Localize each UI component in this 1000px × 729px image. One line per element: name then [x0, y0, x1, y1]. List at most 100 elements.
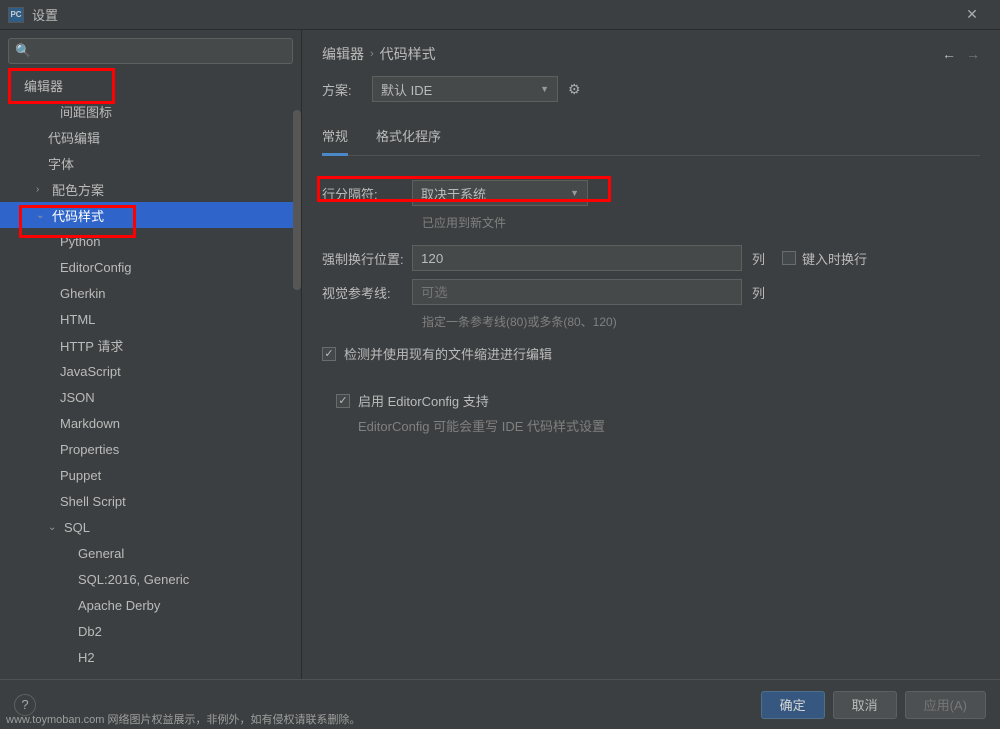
sidebar-item[interactable]: Properties — [0, 436, 301, 462]
sidebar-item-label: Apache Derby — [78, 598, 160, 613]
visual-guide-help: 指定一条参考线(80)或多条(80、120) — [422, 313, 980, 330]
visual-guide-col: 列 — [752, 283, 782, 302]
content-panel: 编辑器 › 代码样式 ← → 方案: 默认 IDE ▼ ⚙ 常规 格式化程序 行… — [302, 30, 1000, 679]
hard-wrap-col: 列 — [752, 249, 782, 268]
editorconfig-label: 启用 EditorConfig 支持 — [358, 391, 489, 410]
sidebar-item-label: Markdown — [60, 416, 120, 431]
scrollbar-thumb[interactable] — [293, 110, 301, 290]
sidebar-item[interactable]: ⌄ 代码样式 — [0, 202, 301, 228]
line-separator-help: 已应用到新文件 — [422, 214, 980, 231]
sidebar-item[interactable]: HTTP 请求 — [0, 332, 301, 358]
hard-wrap-input[interactable] — [412, 245, 742, 271]
titlebar: PC 设置 ✕ — [0, 0, 1000, 30]
cancel-button[interactable]: 取消 — [833, 691, 897, 719]
sidebar-item-label: HTML — [60, 312, 95, 327]
tabs: 常规 格式化程序 — [322, 120, 980, 156]
scheme-select[interactable]: 默认 IDE ▼ — [372, 76, 558, 102]
breadcrumb-codestyle: 代码样式 — [380, 44, 436, 64]
sidebar-item-label: SQL — [64, 520, 90, 535]
sidebar-item-label: 代码样式 — [52, 206, 104, 225]
sidebar-item[interactable]: Markdown — [0, 410, 301, 436]
editorconfig-row: ✓ 启用 EditorConfig 支持 — [336, 391, 980, 410]
sidebar-item-label: Python — [60, 234, 100, 249]
sidebar-item-label: Properties — [60, 442, 119, 457]
sidebar-item[interactable]: General — [0, 540, 301, 566]
chevron-icon: ⌄ — [36, 210, 48, 221]
line-separator-label: 行分隔符: — [322, 184, 412, 203]
wrap-typing-checkbox[interactable] — [782, 251, 796, 265]
sidebar-item[interactable]: Db2 — [0, 618, 301, 644]
sidebar-item[interactable]: SQL:2016, Generic — [0, 566, 301, 592]
sidebar-item-label: 编辑器 — [24, 76, 63, 95]
sidebar-item[interactable]: Apache Derby — [0, 592, 301, 618]
ok-button[interactable]: 确定 — [761, 691, 825, 719]
editorconfig-note: EditorConfig 可能会重写 IDE 代码样式设置 — [358, 416, 980, 435]
main-area: 🔍 编辑器间距图标代码编辑字体›配色方案⌄代码样式PythonEditorCon… — [0, 30, 1000, 679]
sidebar-item[interactable]: H2 — [0, 644, 301, 670]
chevron-down-icon: ▼ — [540, 84, 549, 94]
sidebar-item[interactable]: Shell Script — [0, 488, 301, 514]
sidebar: 🔍 编辑器间距图标代码编辑字体› 配色方案 ⌄ 代码样式 Python EditorCon… — [0, 30, 302, 679]
sidebar-item[interactable]: JavaScript — [0, 358, 301, 384]
close-icon[interactable]: ✕ — [952, 6, 992, 23]
line-separator-value: 取决于系统 — [421, 184, 486, 203]
scheme-row: 方案: 默认 IDE ▼ ⚙ — [322, 76, 980, 102]
scheme-label: 方案: — [322, 80, 362, 99]
tab-formatter[interactable]: 格式化程序 — [376, 120, 441, 155]
line-separator-row: 行分隔符: 取决于系统 ▼ — [322, 180, 980, 206]
search-input[interactable] — [35, 44, 286, 59]
detect-indent-label: 检测并使用现有的文件缩进进行编辑 — [344, 344, 552, 363]
sidebar-item-label: General — [78, 546, 124, 561]
sidebar-item-label: JavaScript — [60, 364, 121, 379]
sidebar-item-label: SQL:2016, Generic — [78, 572, 189, 587]
nav-forward-icon: → — [966, 46, 980, 62]
sidebar-item[interactable]: ⌄ SQL — [0, 514, 301, 540]
chevron-right-icon: › — [370, 48, 374, 60]
sidebar-item[interactable]: Gherkin — [0, 280, 301, 306]
sidebar-item-label: Puppet — [60, 468, 101, 483]
chevron-down-icon: ▼ — [570, 188, 579, 198]
visual-guide-input[interactable] — [412, 279, 742, 305]
search-icon: 🔍 — [15, 43, 31, 59]
app-logo-icon: PC — [8, 7, 24, 23]
gear-icon[interactable]: ⚙ — [568, 81, 581, 98]
sidebar-item[interactable]: 字体 — [0, 150, 301, 176]
sidebar-item[interactable]: EditorConfig — [0, 254, 301, 280]
sidebar-item-label: 配色方案 — [52, 180, 104, 199]
line-separator-select[interactable]: 取决于系统 ▼ — [412, 180, 588, 206]
tab-general[interactable]: 常规 — [322, 120, 348, 156]
sidebar-item-label: 间距图标 — [60, 102, 112, 121]
sidebar-item-label: Shell Script — [60, 494, 126, 509]
apply-button[interactable]: 应用(A) — [905, 691, 986, 719]
settings-tree[interactable]: 编辑器间距图标代码编辑字体› 配色方案 ⌄ 代码样式 Python EditorConfi… — [0, 72, 301, 679]
sidebar-item-label: Gherkin — [60, 286, 106, 301]
sidebar-item[interactable]: 代码编辑 — [0, 124, 301, 150]
watermark-text: www.toymoban.com 网络图片权益展示，非例外，如有侵权请联系删除。 — [6, 711, 360, 727]
sidebar-item-label: 字体 — [48, 154, 74, 173]
chevron-icon: › — [36, 184, 48, 195]
hard-wrap-row: 强制换行位置: 列 键入时换行 — [322, 245, 980, 271]
sidebar-item-label: EditorConfig — [60, 260, 132, 275]
breadcrumb-editor[interactable]: 编辑器 — [322, 44, 364, 64]
sidebar-item-label: 代码编辑 — [48, 128, 100, 147]
visual-guide-label: 视觉参考线: — [322, 283, 412, 302]
chevron-icon: ⌄ — [48, 522, 60, 533]
breadcrumb: 编辑器 › 代码样式 ← → — [322, 44, 980, 64]
sidebar-item[interactable]: Puppet — [0, 462, 301, 488]
sidebar-item-label: JSON — [60, 390, 95, 405]
search-input-wrapper[interactable]: 🔍 — [8, 38, 293, 64]
sidebar-item-label: Db2 — [78, 624, 102, 639]
sidebar-item[interactable]: Python — [0, 228, 301, 254]
sidebar-item[interactable]: 编辑器 — [0, 72, 301, 98]
sidebar-item[interactable]: 间距图标 — [0, 98, 301, 124]
sidebar-item-label: H2 — [78, 650, 95, 665]
sidebar-item[interactable]: HTML — [0, 306, 301, 332]
visual-guide-row: 视觉参考线: 列 — [322, 279, 980, 305]
scheme-value: 默认 IDE — [381, 80, 432, 99]
sidebar-item[interactable]: › 配色方案 — [0, 176, 301, 202]
sidebar-item[interactable]: JSON — [0, 384, 301, 410]
nav-back-icon[interactable]: ← — [942, 46, 956, 62]
detect-indent-checkbox[interactable]: ✓ — [322, 347, 336, 361]
editorconfig-checkbox[interactable]: ✓ — [336, 394, 350, 408]
wrap-typing-label: 键入时换行 — [802, 249, 867, 268]
